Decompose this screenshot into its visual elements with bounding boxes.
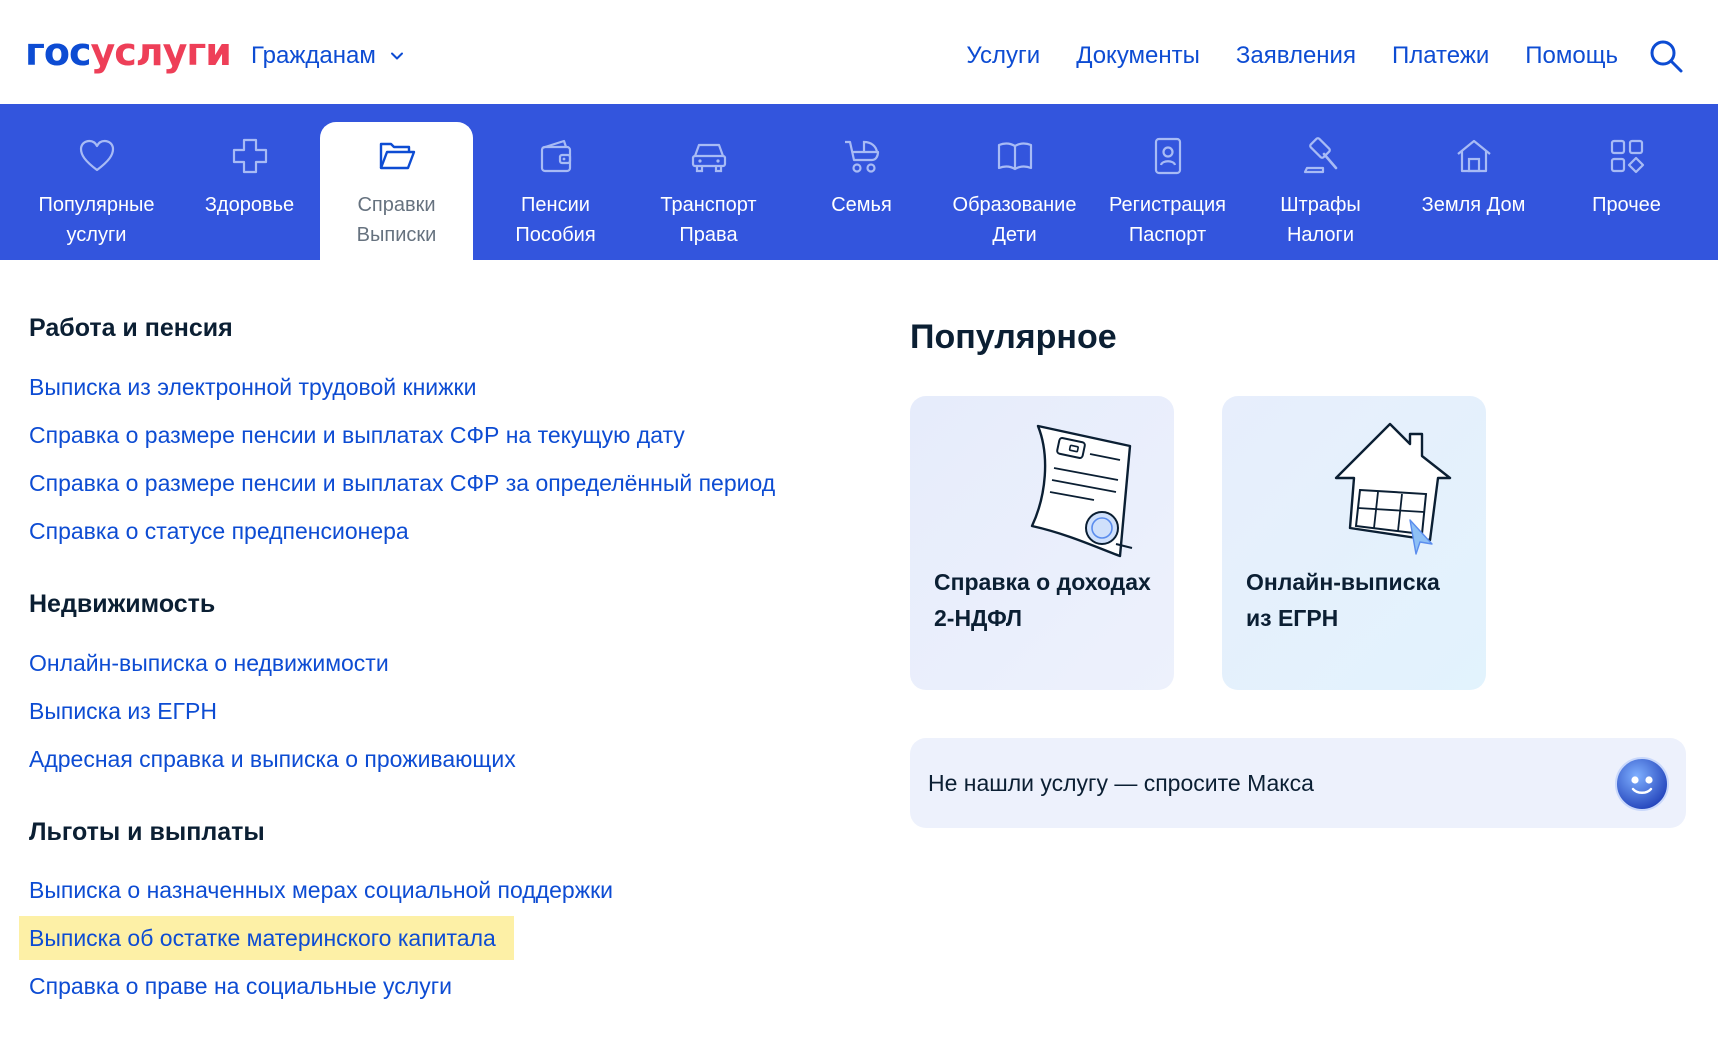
category-health[interactable]: Здоровье — [173, 104, 326, 260]
nav-help[interactable]: Помощь — [1525, 40, 1618, 72]
category-label-line1: Справки — [357, 194, 436, 216]
card-title-line2: из ЕГРН — [1246, 605, 1339, 631]
category-label-line1: Здоровье — [204, 194, 295, 216]
category-transport[interactable]: Транспорт Права — [632, 104, 785, 260]
car-icon — [691, 143, 726, 173]
section-title-work-pension: Работа и пенсия — [29, 314, 233, 342]
audience-dropdown[interactable]: Гражданам — [251, 40, 404, 72]
category-label-line2: Права — [679, 224, 738, 246]
robot-assistant-icon — [1615, 757, 1669, 811]
popular-card-income-certificate[interactable]: Справка о доходах 2-НДФЛ — [910, 396, 1174, 690]
category-label-line1: Образование — [952, 194, 1077, 216]
logo-part-uslugi: услуги — [90, 30, 232, 74]
audience-label: Гражданам — [251, 42, 376, 69]
category-certificates[interactable]: Справки Выписки — [320, 122, 473, 260]
category-label-line2: услуги — [66, 224, 127, 246]
category-label-line2: Пособия — [515, 224, 596, 246]
link-pension-current[interactable]: Справка о размере пенсии и выплатах СФР … — [29, 418, 685, 452]
category-label-line1: Транспорт — [660, 194, 757, 216]
document-icon — [1030, 424, 1133, 558]
gavel-icon — [1303, 137, 1337, 174]
book-icon — [997, 142, 1032, 171]
search-icon[interactable] — [1648, 38, 1684, 74]
nav-services[interactable]: Услуги — [966, 40, 1040, 72]
section-title-benefits: Льготы и выплаты — [29, 818, 265, 846]
link-pension-period[interactable]: Справка о размере пенсии и выплатах СФР … — [29, 466, 775, 500]
category-popular[interactable]: Популярные услуги — [20, 104, 173, 260]
category-land-house[interactable]: Земля Дом — [1397, 104, 1550, 260]
category-bar: Популярные услуги Здоровье Справки Выписки… — [0, 104, 1718, 260]
link-egrn-extract[interactable]: Выписка из ЕГРН — [29, 694, 217, 728]
nav-documents[interactable]: Документы — [1076, 40, 1200, 72]
top-nav: Услуги Документы Заявления Платежи Помощ… — [966, 40, 1618, 72]
category-label-line1: Семья — [831, 194, 892, 216]
logo-part-gos: гос — [25, 30, 91, 74]
category-registration[interactable]: Регистрация Паспорт — [1091, 104, 1244, 260]
nav-payments[interactable]: Платежи — [1392, 40, 1489, 72]
category-label-line2: Налоги — [1286, 224, 1355, 246]
card-title-line2: 2-НДФЛ — [934, 605, 1023, 631]
gosuslugi-logo[interactable]: госуслуги — [25, 30, 232, 74]
category-label-line1: Регистрация — [1109, 194, 1226, 216]
folder-icon — [379, 142, 415, 170]
header: госуслуги Гражданам Услуги Документы Зая… — [0, 0, 1718, 104]
nav-applications[interactable]: Заявления — [1236, 40, 1356, 72]
category-label-line1: Штрафы — [1280, 194, 1361, 216]
house-plan-icon — [1334, 422, 1452, 555]
section-title-real-estate: Недвижимость — [29, 590, 216, 618]
category-pensions[interactable]: Пенсии Пособия — [479, 104, 632, 260]
category-family[interactable]: Семья — [785, 104, 938, 260]
category-label-line2: Дети — [992, 224, 1037, 246]
category-fines[interactable]: Штрафы Налоги — [1244, 104, 1397, 260]
category-label-line1: Земля Дом — [1421, 194, 1526, 216]
grid-icon — [1610, 139, 1644, 174]
popular-card-egrn-online[interactable]: Онлайн-выписка из ЕГРН — [1222, 396, 1486, 690]
category-label-line2: Выписки — [356, 224, 437, 246]
link-social-support-extract[interactable]: Выписка о назначенных мерах социальной п… — [29, 873, 613, 907]
stroller-icon — [844, 140, 879, 173]
link-online-property-extract[interactable]: Онлайн-выписка о недвижимости — [29, 646, 389, 680]
link-address-certificate[interactable]: Адресная справка и выписка о проживающих — [29, 742, 516, 776]
ask-max-banner[interactable]: Не нашли услугу — спросите Макса — [910, 738, 1686, 828]
card-title-line1: Справка о доходах — [934, 569, 1151, 595]
wallet-icon — [540, 139, 571, 173]
link-social-services-right[interactable]: Справка о праве на социальные услуги — [29, 969, 452, 1003]
category-label-line1: Пенсии — [521, 194, 590, 216]
link-maternity-capital-balance[interactable]: Выписка об остатке материнского капитала — [19, 916, 514, 960]
heart-icon — [79, 139, 114, 172]
category-label-line2: Паспорт — [1128, 224, 1207, 246]
category-label-line1: Популярные — [38, 194, 155, 216]
category-label-line1: Прочее — [1592, 194, 1661, 216]
category-other[interactable]: Прочее — [1550, 104, 1703, 260]
link-pre-pensioner-status[interactable]: Справка о статусе предпенсионера — [29, 514, 409, 548]
link-employment-record[interactable]: Выписка из электронной трудовой книжки — [29, 370, 476, 404]
popular-title: Популярное — [910, 318, 1117, 356]
category-education[interactable]: Образование Дети — [938, 104, 1091, 260]
chevron-down-icon — [390, 52, 403, 60]
medical-cross-icon — [232, 138, 267, 174]
card-title-line1: Онлайн-выписка — [1246, 569, 1440, 595]
id-card-icon — [1154, 137, 1181, 175]
house-icon — [1456, 139, 1491, 173]
ask-max-text: Не нашли услугу — спросите Макса — [928, 770, 1314, 796]
